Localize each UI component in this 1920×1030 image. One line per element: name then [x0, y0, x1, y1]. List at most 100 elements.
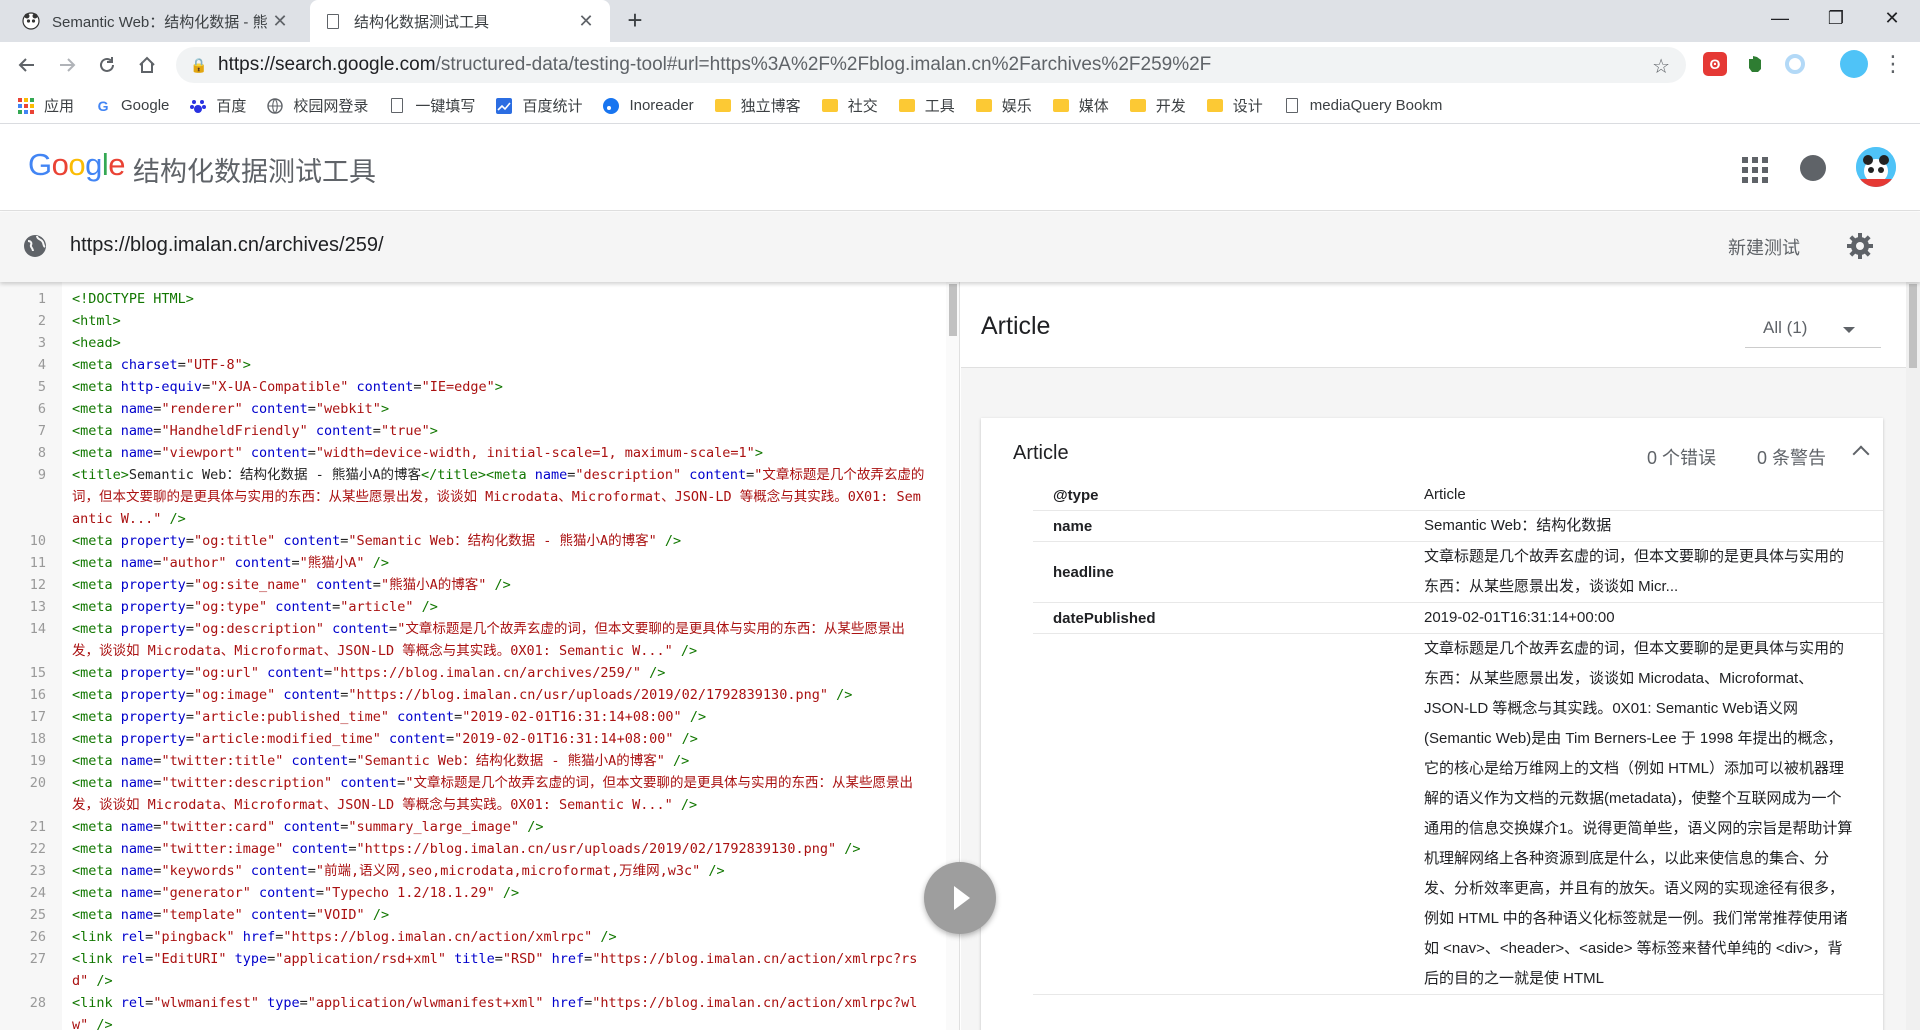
close-tab-icon[interactable]: ✕	[270, 11, 290, 31]
code-line[interactable]: 2 <html>	[0, 310, 940, 332]
code-line[interactable]: 22 <meta name="twitter:image" content="ht…	[0, 838, 940, 860]
code-line[interactable]: 27 <link rel="EditURI" type="application/…	[0, 948, 940, 992]
code-line[interactable]: 17 <meta property="article:published_time…	[0, 706, 940, 728]
code-text[interactable]: <meta property="og:description" content=…	[54, 618, 940, 662]
code-line[interactable]: 5 <meta http-equiv="X-UA-Compatible" cont…	[0, 376, 940, 398]
code-text[interactable]: <meta property="og:type" content="articl…	[54, 596, 940, 618]
evernote-elephant-icon[interactable]	[1743, 52, 1767, 76]
code-line[interactable]: 23 <meta name="keywords" content="前端,语义网,…	[0, 860, 940, 882]
code-line[interactable]: 6 <meta name="renderer" content="webkit">	[0, 398, 940, 420]
close-tab-icon[interactable]: ✕	[576, 11, 596, 31]
code-text[interactable]: <meta property="og:title" content="Seman…	[54, 530, 940, 552]
code-line[interactable]: 3 <head>	[0, 332, 940, 354]
account-avatar[interactable]	[1856, 147, 1896, 187]
code-line[interactable]: 1 <!DOCTYPE HTML>	[0, 288, 940, 310]
results-filter-dropdown[interactable]: All (1)	[1745, 304, 1881, 348]
bookmark-apps[interactable]: 应用	[18, 95, 74, 116]
code-text[interactable]: <link rel="pingback" href="https://blog.…	[54, 926, 940, 948]
source-code-editor[interactable]: 1 <!DOCTYPE HTML> 2 <html> 3 <head> 4 <meta cha…	[0, 282, 960, 1030]
code-text[interactable]: <meta name="twitter:description" content…	[54, 772, 940, 816]
bookmark-folder-blogs[interactable]: 独立博客	[714, 95, 801, 116]
bookmark-autofill[interactable]: 一键填写	[389, 95, 475, 116]
run-test-play-button[interactable]	[924, 862, 996, 934]
extension-red-icon[interactable]: ʘ	[1703, 52, 1727, 76]
new-tab-button[interactable]: +	[622, 7, 648, 34]
code-line[interactable]: 8 <meta name="viewport" content="width=de…	[0, 442, 940, 464]
bookmark-folder-media[interactable]: 媒体	[1052, 95, 1109, 116]
code-text[interactable]: <meta name="author" content="熊猫小A" />	[54, 552, 940, 574]
results-scrollbar-thumb[interactable]	[1909, 284, 1917, 368]
code-line[interactable]: 24 <meta name="generator" content="Typech…	[0, 882, 940, 904]
code-line[interactable]: 25 <meta name="template" content="VOID" /…	[0, 904, 940, 926]
notifications-bell-icon[interactable]	[1800, 155, 1826, 181]
code-scrollbar-thumb[interactable]	[949, 284, 957, 336]
code-line[interactable]: 16 <meta property="og:image" content="htt…	[0, 684, 940, 706]
code-line[interactable]: 20 <meta name="twitter:description" conte…	[0, 772, 940, 816]
collapse-chevron-icon[interactable]	[1852, 445, 1870, 463]
browser-tab-semantic-web[interactable]: Semantic Web：结构化数据 - 熊 ✕	[8, 0, 304, 42]
code-line[interactable]: 9 <title>Semantic Web：结构化数据 - 熊猫小A的博客</ti…	[0, 464, 940, 530]
code-text[interactable]: <meta name="template" content="VOID" />	[54, 904, 940, 926]
code-text[interactable]: <meta name="generator" content="Typecho …	[54, 882, 940, 904]
code-text[interactable]: <meta charset="UTF-8">	[54, 354, 940, 376]
code-text[interactable]: <meta name="twitter:card" content="summa…	[54, 816, 940, 838]
lock-icon[interactable]: 🔒	[190, 57, 210, 74]
code-line[interactable]: 10 <meta property="og:title" content="Sem…	[0, 530, 940, 552]
home-icon[interactable]	[134, 52, 160, 78]
settings-gear-icon[interactable]	[1846, 232, 1874, 260]
code-line[interactable]: 4 <meta charset="UTF-8">	[0, 354, 940, 376]
code-text[interactable]: <meta name="twitter:image" content="http…	[54, 838, 940, 860]
minimize-button[interactable]: —	[1752, 0, 1808, 36]
bookmark-baidu-stats[interactable]: 百度统计	[496, 95, 582, 116]
window-close-button[interactable]: ✕	[1864, 0, 1920, 36]
maximize-button[interactable]: ❐	[1808, 0, 1864, 36]
code-text[interactable]: <meta name="viewport" content="width=dev…	[54, 442, 940, 464]
tested-url[interactable]: https://blog.imalan.cn/archives/259/	[70, 234, 384, 257]
bookmark-mediaquery[interactable]: mediaQuery Bookm	[1284, 97, 1442, 114]
code-line[interactable]: 18 <meta property="article:modified_time"…	[0, 728, 940, 750]
code-line[interactable]: 12 <meta property="og:site_name" content=…	[0, 574, 940, 596]
code-text[interactable]: <meta property="og:site_name" content="熊…	[54, 574, 940, 596]
code-text[interactable]: <link rel="EditURI" type="application/rs…	[54, 948, 940, 992]
code-text[interactable]: <meta property="article:published_time" …	[54, 706, 940, 728]
code-text[interactable]: <head>	[54, 332, 940, 354]
code-line[interactable]: 21 <meta name="twitter:card" content="sum…	[0, 816, 940, 838]
code-text[interactable]: <meta property="og:url" content="https:/…	[54, 662, 940, 684]
code-line[interactable]: 28 <link rel="wlwmanifest" type="applicat…	[0, 992, 940, 1030]
code-text[interactable]: <meta property="article:modified_time" c…	[54, 728, 940, 750]
code-line[interactable]: 19 <meta name="twitter:title" content="Se…	[0, 750, 940, 772]
code-text[interactable]: <meta name="renderer" content="webkit">	[54, 398, 940, 420]
code-line[interactable]: 7 <meta name="HandheldFriendly" content="…	[0, 420, 940, 442]
forward-arrow-icon[interactable]	[54, 52, 80, 78]
bookmark-star-icon[interactable]: ☆	[1652, 54, 1670, 79]
code-text[interactable]: <html>	[54, 310, 940, 332]
bookmark-folder-social[interactable]: 社交	[821, 95, 878, 116]
bookmark-google[interactable]: G Google	[95, 97, 170, 114]
profile-avatar[interactable]	[1840, 50, 1868, 78]
code-text[interactable]: <meta http-equiv="X-UA-Compatible" conte…	[54, 376, 940, 398]
address-bar[interactable]: 🔒 https://search.google.com/structured-d…	[176, 47, 1686, 83]
bookmark-folder-dev[interactable]: 开发	[1129, 95, 1186, 116]
bookmark-campus-login[interactable]: 校园网登录	[267, 95, 368, 116]
code-line[interactable]: 26 <link rel="pingback" href="https://blo…	[0, 926, 940, 948]
bookmark-folder-tools[interactable]: 工具	[898, 95, 955, 116]
google-apps-icon[interactable]	[1742, 157, 1768, 183]
code-line[interactable]: 15 <meta property="og:url" content="https…	[0, 662, 940, 684]
code-lines[interactable]: 1 <!DOCTYPE HTML> 2 <html> 3 <head> 4 <meta cha…	[0, 288, 940, 1030]
code-text[interactable]: <meta name="twitter:title" content="Sema…	[54, 750, 940, 772]
google-logo[interactable]: Google	[28, 147, 126, 183]
address-url[interactable]: https://search.google.com/structured-dat…	[218, 54, 1211, 76]
code-text[interactable]: <!DOCTYPE HTML>	[54, 288, 940, 310]
code-line[interactable]: 11 <meta name="author" content="熊猫小A" />	[0, 552, 940, 574]
new-test-button[interactable]: 新建测试	[1728, 234, 1800, 260]
code-line[interactable]: 13 <meta property="og:type" content="arti…	[0, 596, 940, 618]
bookmark-folder-design[interactable]: 设计	[1206, 95, 1263, 116]
results-scrollbar[interactable]	[1906, 282, 1920, 1030]
code-text[interactable]: <link rel="wlwmanifest" type="applicatio…	[54, 992, 940, 1030]
bookmark-baidu[interactable]: 百度	[190, 95, 246, 116]
browser-menu-icon[interactable]: ⋮	[1880, 50, 1906, 78]
code-text[interactable]: <meta name="keywords" content="前端,语义网,se…	[54, 860, 940, 882]
back-arrow-icon[interactable]	[14, 52, 40, 78]
code-line[interactable]: 14 <meta property="og:description" conten…	[0, 618, 940, 662]
bookmark-inoreader[interactable]: Inoreader	[603, 97, 694, 114]
